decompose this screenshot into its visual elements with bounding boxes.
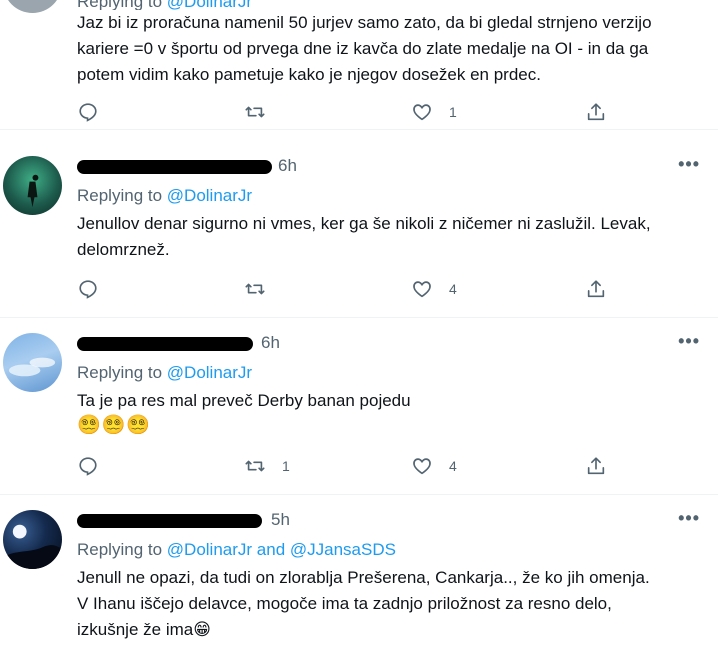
avatar[interactable] xyxy=(3,156,62,215)
avatar[interactable] xyxy=(3,333,62,392)
share-button[interactable] xyxy=(585,277,607,301)
tweet-text: Jenullov denar sigurno ni vmes, ker ga š… xyxy=(77,214,651,259)
more-icon[interactable]: ••• xyxy=(678,508,700,529)
replying-to: Replying to @DolinarJr xyxy=(77,363,253,382)
tweet-text: Ta je pa res mal preveč Derby banan poje… xyxy=(77,388,704,438)
tweet-text: Jaz bi iz proračuna namenil 50 jurjev sa… xyxy=(77,13,652,84)
like-count: 1 xyxy=(449,104,457,120)
tweet[interactable]: 6h ••• Replying to @DolinarJr Ta je pa r… xyxy=(0,318,718,495)
retweet-icon xyxy=(245,283,265,295)
redacted-username xyxy=(77,337,253,351)
share-icon xyxy=(587,457,605,475)
replying-to: Replying to @DolinarJr and @JJansaSDS xyxy=(77,540,396,559)
retweet-button[interactable] xyxy=(244,100,282,124)
like-count: 4 xyxy=(449,458,457,474)
reply-button[interactable] xyxy=(77,100,115,124)
redacted-username xyxy=(77,514,262,528)
heart-icon xyxy=(413,104,431,121)
tweet-time[interactable]: 6h xyxy=(278,156,297,176)
replying-to: Replying to @DolinarJr xyxy=(77,0,704,10)
share-icon xyxy=(587,280,605,298)
more-icon[interactable]: ••• xyxy=(678,154,700,175)
like-button[interactable]: 4 xyxy=(411,454,457,478)
like-count: 4 xyxy=(449,281,457,297)
tweet-actions: 1 4 xyxy=(77,454,637,478)
like-button[interactable]: 1 xyxy=(411,100,457,124)
like-button[interactable]: 4 xyxy=(411,277,457,301)
mention-link[interactable]: @DolinarJr xyxy=(167,363,252,382)
tweet-header: 5h ••• xyxy=(77,508,704,532)
retweet-count: 1 xyxy=(282,458,290,474)
tweet-actions: 1 xyxy=(77,100,637,124)
heart-icon xyxy=(413,281,431,298)
reply-icon xyxy=(79,280,97,299)
emoji-row: 😵‍💫😵‍💫😵‍💫 xyxy=(77,415,151,436)
tweet-time[interactable]: 6h xyxy=(261,333,280,353)
reply-icon xyxy=(79,457,97,476)
share-button[interactable] xyxy=(585,454,607,478)
mention-link[interactable]: @DolinarJr xyxy=(167,0,252,10)
mention-link[interactable]: @DolinarJr xyxy=(167,540,252,559)
retweet-button[interactable]: 1 xyxy=(244,454,290,478)
redacted-username xyxy=(77,160,272,174)
more-icon[interactable]: ••• xyxy=(678,331,700,352)
tweet[interactable]: Replying to @DolinarJr Jaz bi iz proraču… xyxy=(0,0,718,130)
mention-link[interactable]: @JJansaSDS xyxy=(290,540,396,559)
tweet[interactable]: 5h ••• Replying to @DolinarJr and @JJans… xyxy=(0,495,718,649)
reply-icon xyxy=(79,103,97,122)
avatar-figure-icon xyxy=(27,174,39,208)
tweet-header: 6h ••• xyxy=(77,331,704,355)
reply-button[interactable] xyxy=(77,277,115,301)
reply-button[interactable] xyxy=(77,454,115,478)
tweet-actions: 4 xyxy=(77,277,637,301)
share-button[interactable] xyxy=(585,100,607,124)
replying-to: Replying to @DolinarJr xyxy=(77,186,253,205)
avatar[interactable] xyxy=(3,0,62,13)
retweet-icon xyxy=(245,106,265,118)
avatar-moon-icon xyxy=(3,524,62,569)
avatar[interactable] xyxy=(3,510,62,569)
share-icon xyxy=(587,103,605,121)
heart-icon xyxy=(413,458,431,475)
tweet[interactable]: 6h ••• Replying to @DolinarJr Jenullov d… xyxy=(0,141,718,318)
retweet-icon xyxy=(245,460,265,472)
retweet-button[interactable] xyxy=(244,277,282,301)
avatar-clouds-icon xyxy=(8,357,56,377)
tweet-text: Jenull ne opazi, da tudi on zlorablja Pr… xyxy=(77,568,650,639)
mention-link[interactable]: @DolinarJr xyxy=(167,186,252,205)
tweet-time[interactable]: 5h xyxy=(271,510,290,530)
tweet-header: 6h ••• xyxy=(77,154,704,178)
